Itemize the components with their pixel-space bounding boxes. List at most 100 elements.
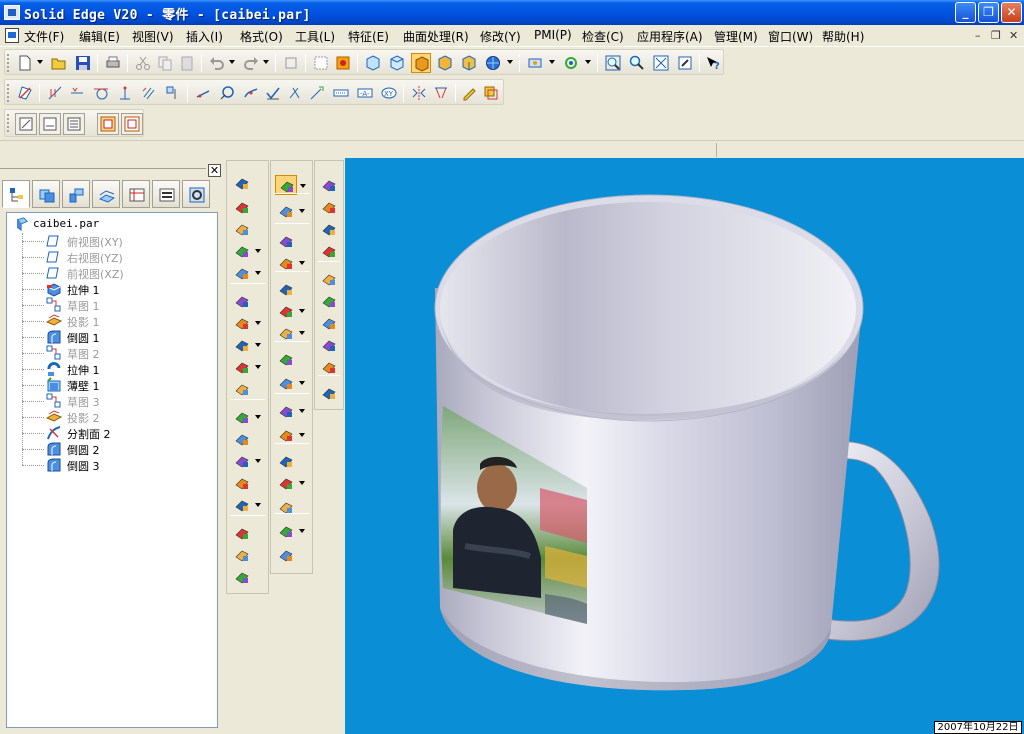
shaded-view-icon[interactable] — [411, 53, 431, 73]
angle-dimension-icon[interactable]: -A- — [355, 83, 375, 103]
revolve-tool-icon[interactable] — [231, 197, 253, 217]
tab-sensors[interactable] — [152, 180, 180, 208]
mounting-boss-tool-icon[interactable] — [231, 495, 261, 515]
rib-tool-icon[interactable] — [231, 379, 253, 399]
menu-pmi[interactable]: PMI(P) — [534, 28, 572, 42]
variable-table-icon[interactable]: XY — [379, 83, 399, 103]
add-body-tool-icon[interactable] — [275, 279, 297, 299]
solid-edge-app-icon[interactable] — [4, 5, 20, 20]
menu-window[interactable]: 窗口(W) — [768, 28, 813, 45]
layer-icon[interactable] — [481, 83, 501, 103]
mug-3d-model[interactable] — [345, 158, 1024, 734]
simplify-icon[interactable] — [318, 357, 340, 377]
mdi-minimize-button[interactable]: – — [975, 29, 981, 42]
intersect-tool-icon[interactable] — [275, 497, 297, 517]
undo-icon[interactable] — [207, 53, 227, 73]
menu-applications[interactable]: 应用程序(A) — [637, 28, 703, 45]
pan-icon[interactable] — [675, 53, 695, 73]
save-icon[interactable] — [73, 53, 93, 73]
move-faces-icon[interactable] — [318, 241, 340, 261]
simplify-disabled-icon[interactable] — [318, 383, 340, 403]
point-tool-icon[interactable] — [307, 83, 327, 103]
whats-this-help-icon[interactable]: ? — [703, 53, 723, 73]
feature-library-icon[interactable] — [15, 113, 37, 135]
protrusion-tool-icon[interactable] — [231, 173, 253, 193]
arc-tool-icon[interactable] — [241, 83, 261, 103]
tangent-relation-icon[interactable] — [91, 83, 111, 103]
tab-layers[interactable] — [32, 180, 60, 208]
graphics-viewport[interactable] — [345, 158, 1024, 734]
replace-face-tool-icon[interactable] — [275, 401, 305, 421]
hole-tool-icon[interactable] — [231, 291, 253, 311]
round-tool-icon[interactable] — [231, 313, 261, 333]
offset-surface-tool-icon[interactable] — [275, 373, 305, 393]
shaded-edges-icon[interactable] — [435, 53, 455, 73]
view-orient-icon[interactable] — [525, 53, 545, 73]
select-box-icon[interactable] — [311, 53, 331, 73]
properties-icon[interactable] — [281, 53, 301, 73]
vent-tool-icon[interactable] — [231, 451, 261, 471]
parallel-relation-icon[interactable] — [139, 83, 159, 103]
draft-tool-icon[interactable] — [231, 357, 261, 377]
sweep-tool-icon[interactable] — [231, 241, 261, 261]
chamfer-tool-icon[interactable] — [231, 335, 261, 355]
menu-features[interactable]: 特征(E) — [348, 28, 389, 45]
tab-feature-pathfinder[interactable] — [2, 180, 30, 208]
check-relation-icon[interactable] — [263, 83, 283, 103]
menu-format[interactable]: 格式(O) — [240, 28, 283, 45]
mdi-close-button[interactable]: ✕ — [1009, 29, 1018, 42]
print-icon[interactable] — [103, 53, 123, 73]
mdi-restore-button[interactable]: ❐ — [991, 29, 1001, 42]
menu-file[interactable]: 文件(F) — [24, 28, 64, 45]
variables-icon[interactable] — [121, 113, 143, 135]
relationship-handles-icon[interactable] — [163, 83, 183, 103]
menu-help[interactable]: 帮助(H) — [822, 28, 864, 45]
dimension-tool-icon[interactable] — [331, 83, 351, 103]
offset-faces-icon[interactable] — [318, 291, 340, 311]
thin-wall-tool-icon[interactable] — [231, 407, 261, 427]
rebuild-icon[interactable] — [333, 53, 353, 73]
mirror-tool-icon[interactable] — [409, 83, 429, 103]
delete-regions-icon[interactable] — [318, 335, 340, 355]
lip-tool-icon[interactable] — [231, 429, 253, 449]
horizontal-relation-icon[interactable] — [67, 83, 87, 103]
tab-feature-library[interactable] — [62, 180, 90, 208]
sketch-icon[interactable] — [15, 83, 35, 103]
view-front-icon[interactable] — [387, 53, 407, 73]
derived-curve-tool-icon[interactable] — [275, 545, 297, 565]
mirror-feature-tool-icon[interactable] — [231, 567, 253, 587]
circle-tool-icon[interactable] — [217, 83, 237, 103]
trim-tool-icon[interactable] — [285, 83, 305, 103]
select-tool-icon[interactable] — [275, 175, 306, 195]
thread-tool-icon[interactable] — [275, 253, 305, 273]
menu-inspect[interactable]: 检查(C) — [582, 28, 624, 45]
menu-insert[interactable]: 插入(I) — [186, 28, 223, 45]
helix-tool-icon[interactable] — [231, 219, 253, 239]
menu-tools[interactable]: 工具(L) — [295, 28, 335, 45]
menu-surfacing[interactable]: 曲面处理(R) — [403, 28, 469, 45]
panel-close-button[interactable]: ✕ — [208, 164, 221, 177]
minimize-button[interactable]: _ — [955, 2, 976, 23]
perpendicular-relation-icon[interactable] — [115, 83, 135, 103]
maximize-button[interactable]: ❐ — [978, 2, 999, 23]
menu-manage[interactable]: 管理(M) — [714, 28, 758, 45]
zoom-area-icon[interactable] — [603, 53, 623, 73]
pattern-tool-icon[interactable] — [275, 301, 305, 321]
copy-icon[interactable] — [155, 53, 175, 73]
document-icon[interactable] — [5, 28, 19, 43]
menu-modify[interactable]: 修改(Y) — [480, 28, 521, 45]
rotate-faces-icon[interactable] — [318, 269, 340, 289]
extend-surface-tool-icon[interactable] — [275, 473, 305, 493]
mirror-copy-tool-icon[interactable] — [275, 323, 305, 343]
hidden-line-icon[interactable] — [459, 53, 479, 73]
rotate-view-icon[interactable] — [561, 53, 581, 73]
redo-icon[interactable] — [241, 53, 261, 73]
tab-engineering-reference[interactable] — [182, 180, 210, 208]
new-icon[interactable] — [15, 53, 35, 73]
fit-icon[interactable] — [651, 53, 671, 73]
iso-view-icon[interactable] — [363, 53, 383, 73]
split-tool-icon[interactable] — [275, 425, 305, 445]
tree-root-item[interactable]: caibei.par — [15, 217, 99, 231]
project-edge-icon[interactable] — [431, 83, 451, 103]
web-network-tool-icon[interactable] — [231, 473, 253, 493]
